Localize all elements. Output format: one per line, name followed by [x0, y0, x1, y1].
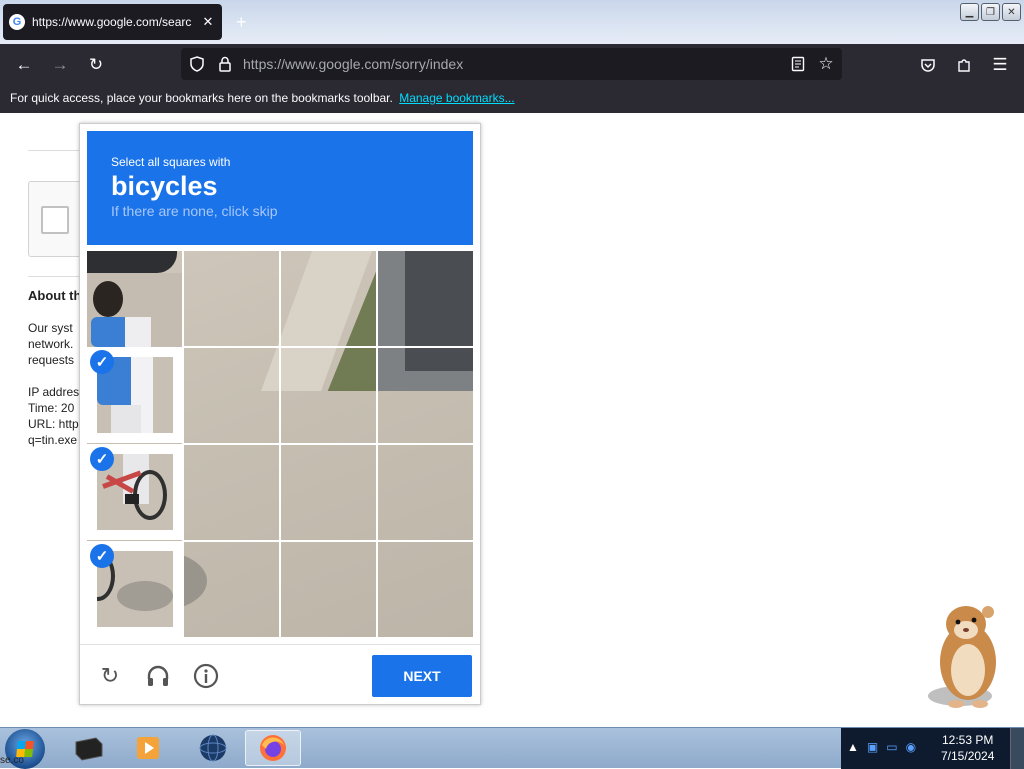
- system-tray: ▲ ▣ ▭ ◉ 12:53 PM 7/15/2024: [841, 728, 1024, 769]
- bookmark-star-icon[interactable]: ☆: [817, 54, 835, 73]
- network-icon[interactable]: ▣: [867, 740, 878, 754]
- window-controls: ▁ ❐ ✕: [960, 3, 1021, 21]
- info-line: IP addres: [28, 385, 80, 399]
- tab-title: https://www.google.com/searc: [32, 15, 192, 29]
- volume-icon[interactable]: ◉: [906, 740, 916, 754]
- recaptcha-checkbox[interactable]: [41, 206, 69, 234]
- bookmarks-toolbar: For quick access, place your bookmarks h…: [0, 85, 1024, 113]
- bookmarks-prompt: For quick access, place your bookmarks h…: [10, 91, 393, 105]
- about-heading: About th: [28, 288, 82, 303]
- info-line: Time: 20: [28, 401, 75, 415]
- reader-view-icon[interactable]: [789, 55, 807, 73]
- navigation-bar: ← → ↻ https://www.google.com/sorry/index…: [0, 44, 1024, 85]
- captcha-footer: ↻ NEXT: [80, 644, 480, 704]
- captcha-subtext: If there are none, click skip: [111, 203, 278, 219]
- clock-date: 7/15/2024: [941, 749, 995, 763]
- taskbar-app-globe[interactable]: [185, 730, 241, 766]
- close-tab-icon[interactable]: ✕: [200, 14, 216, 30]
- captcha-challenge: Select all squares with bicycles If ther…: [79, 123, 481, 705]
- google-favicon-icon: G: [9, 14, 25, 30]
- close-window-icon[interactable]: ✕: [1002, 3, 1021, 21]
- info-line: URL: http: [28, 417, 79, 431]
- url-text: https://www.google.com/sorry/index: [243, 56, 464, 72]
- extensions-icon[interactable]: [953, 54, 975, 76]
- clock-time: 12:53 PM: [942, 733, 994, 747]
- captcha-instruction: Select all squares with: [111, 155, 231, 169]
- browser-tab[interactable]: G https://www.google.com/searc ✕: [3, 4, 222, 40]
- about-line: Our syst: [28, 321, 73, 335]
- new-tab-button[interactable]: +: [236, 12, 247, 33]
- captcha-header: Select all squares with bicycles If ther…: [87, 131, 473, 245]
- shield-icon[interactable]: [188, 55, 206, 73]
- menu-icon[interactable]: ☰: [989, 54, 1011, 76]
- reload-icon[interactable]: ↻: [85, 54, 107, 76]
- about-text: Our syst network. requests IP addres Tim…: [28, 320, 79, 448]
- monitor-icon[interactable]: ▭: [886, 740, 897, 754]
- grid-lines: [87, 251, 473, 637]
- taskbar-app-terminal[interactable]: [60, 730, 116, 766]
- back-arrow-icon[interactable]: ←: [13, 54, 35, 76]
- forward-arrow-icon[interactable]: →: [49, 54, 71, 76]
- captcha-keyword: bicycles: [111, 171, 218, 201]
- reload-challenge-icon[interactable]: ↻: [95, 661, 125, 691]
- about-line: network.: [28, 337, 74, 351]
- clock[interactable]: 12:53 PM 7/15/2024: [941, 732, 994, 764]
- taskbar: se.co ▲ ▣ ▭ ◉ 12:53 PM 7/15/2024: [0, 727, 1024, 769]
- manage-bookmarks-link[interactable]: Manage bookmarks...: [399, 91, 514, 105]
- desktop-hamster-image: [922, 600, 1008, 710]
- info-line: q=tin.exe: [28, 433, 78, 447]
- show-hidden-icons-icon[interactable]: ▲: [847, 740, 859, 754]
- info-icon[interactable]: [191, 661, 221, 691]
- address-bar[interactable]: https://www.google.com/sorry/index ☆: [181, 48, 842, 80]
- about-line: requests: [28, 353, 75, 367]
- minimize-icon[interactable]: ▁: [960, 3, 979, 21]
- tab-strip: G https://www.google.com/searc ✕ + ▁ ❐ ✕: [0, 0, 1024, 44]
- next-button[interactable]: NEXT: [372, 655, 472, 697]
- restore-icon[interactable]: ❐: [981, 3, 1000, 21]
- captcha-grid: ✓ ✓ ✓: [87, 251, 473, 637]
- pocket-icon[interactable]: [917, 54, 939, 76]
- show-desktop-button[interactable]: [1010, 728, 1024, 769]
- audio-challenge-icon[interactable]: [143, 661, 173, 691]
- tray-icons: ▲ ▣ ▭ ◉: [847, 740, 916, 754]
- lock-icon[interactable]: [216, 55, 234, 73]
- taskbar-app-media-player[interactable]: [120, 730, 176, 766]
- taskbar-app-firefox[interactable]: [245, 730, 301, 766]
- start-label: se.co: [0, 755, 24, 766]
